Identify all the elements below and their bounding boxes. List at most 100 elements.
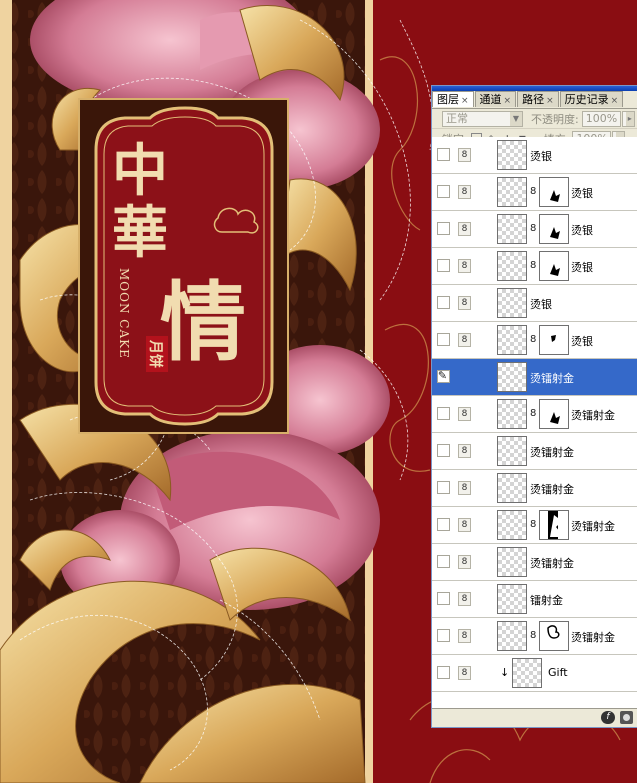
visibility-toggle[interactable] — [437, 481, 450, 494]
visibility-toggle[interactable] — [437, 185, 450, 198]
visibility-toggle[interactable] — [437, 333, 450, 346]
layer-name[interactable]: 烫镭射金 — [530, 555, 574, 571]
layer-name[interactable]: 镭射金 — [530, 592, 563, 608]
visibility-toggle[interactable] — [437, 222, 450, 235]
blend-mode-select[interactable]: 正常 ▼ — [442, 110, 523, 127]
link-layer-icon[interactable]: 8 — [458, 666, 471, 680]
layer-thumbnail[interactable] — [497, 214, 527, 244]
layer-thumbnail[interactable] — [497, 362, 527, 392]
visibility-toggle[interactable] — [437, 444, 450, 457]
layer-name[interactable]: 烫银 — [571, 185, 593, 201]
layer-thumbnail[interactable] — [497, 399, 527, 429]
layer-row[interactable]: 8 烫镭射金 — [432, 544, 637, 581]
layer-mask-thumbnail[interactable] — [539, 251, 569, 281]
link-layer-icon[interactable]: 8 — [458, 555, 471, 569]
mask-chain-icon[interactable]: 8 — [530, 630, 536, 641]
layer-row[interactable]: 8 8 烫镭射金 — [432, 507, 637, 544]
layer-style-fx-icon[interactable]: f — [601, 711, 615, 724]
layer-name[interactable]: 烫镭射金 — [571, 407, 615, 423]
link-layer-icon[interactable]: 8 — [458, 148, 471, 162]
tab-close-icon[interactable]: × — [546, 96, 554, 106]
tab-paths[interactable]: 路径 × — [517, 91, 559, 107]
layer-thumbnail[interactable] — [497, 140, 527, 170]
mask-chain-icon[interactable]: 8 — [530, 519, 536, 530]
layer-thumbnail[interactable] — [497, 436, 527, 466]
tab-close-icon[interactable]: × — [504, 96, 512, 106]
layer-thumbnail[interactable] — [512, 658, 542, 688]
layer-name[interactable]: Gift — [548, 666, 568, 679]
layer-row[interactable]: 8 8 烫银 — [432, 322, 637, 359]
layer-name[interactable]: 烫镭射金 — [530, 370, 574, 386]
opacity-slider-button[interactable]: ▸ — [621, 110, 635, 127]
link-layer-icon[interactable]: 8 — [458, 481, 471, 495]
visibility-toggle[interactable] — [437, 555, 450, 568]
layer-name[interactable]: 烫镭射金 — [530, 481, 574, 497]
visibility-toggle[interactable] — [437, 296, 450, 309]
layer-row[interactable]: 8 8 烫银 — [432, 211, 637, 248]
link-layer-icon[interactable]: 8 — [458, 518, 471, 532]
layer-row[interactable]: 8 8 烫镭射金 — [432, 618, 637, 655]
layer-row[interactable]: 8 镭射金 — [432, 581, 637, 618]
tab-layers[interactable]: 图层 × — [432, 91, 474, 107]
layer-row[interactable]: 8 8 烫镭射金 — [432, 396, 637, 433]
layer-name[interactable]: 烫镭射金 — [571, 629, 615, 645]
link-layer-icon[interactable]: 8 — [458, 259, 471, 273]
link-layer-icon[interactable]: 8 — [458, 185, 471, 199]
layer-thumbnail[interactable] — [497, 621, 527, 651]
mask-chain-icon[interactable]: 8 — [530, 408, 536, 419]
visibility-toggle[interactable] — [437, 259, 450, 272]
tab-close-icon[interactable]: × — [611, 96, 619, 106]
layer-thumbnail[interactable] — [497, 251, 527, 281]
visibility-toggle[interactable] — [437, 629, 450, 642]
tab-channels[interactable]: 通道 × — [474, 91, 517, 107]
layer-name[interactable]: 烫银 — [571, 259, 593, 275]
add-mask-icon[interactable] — [620, 711, 633, 724]
link-layer-icon[interactable]: 8 — [458, 629, 471, 643]
layer-row[interactable]: 8 烫镭射金 — [432, 470, 637, 507]
tab-close-icon[interactable]: × — [461, 96, 469, 106]
layer-name[interactable]: 烫镭射金 — [530, 444, 574, 460]
link-layer-icon[interactable]: 8 — [458, 222, 471, 236]
visibility-toggle[interactable] — [437, 148, 450, 161]
layer-row-clipped[interactable]: 8 ↓ Gift — [432, 655, 637, 692]
opacity-input[interactable]: 100% — [581, 110, 621, 127]
layer-mask-thumbnail[interactable] — [539, 325, 569, 355]
mask-chain-icon[interactable]: 8 — [530, 186, 536, 197]
layer-mask-thumbnail[interactable] — [539, 399, 569, 429]
layer-row[interactable]: 8 烫镭射金 — [432, 433, 637, 470]
layer-mask-thumbnail[interactable] — [539, 621, 569, 651]
tab-history[interactable]: 历史记录 × — [559, 91, 624, 107]
mask-chain-icon[interactable]: 8 — [530, 334, 536, 345]
layer-mask-thumbnail[interactable] — [539, 510, 569, 540]
link-layer-icon[interactable]: 8 — [458, 444, 471, 458]
layer-mask-thumbnail[interactable] — [539, 214, 569, 244]
layer-thumbnail[interactable] — [497, 288, 527, 318]
layer-name[interactable]: 烫银 — [530, 296, 552, 312]
visibility-toggle[interactable] — [437, 518, 450, 531]
layer-thumbnail[interactable] — [497, 547, 527, 577]
visibility-toggle[interactable] — [437, 666, 450, 679]
layer-thumbnail[interactable] — [497, 177, 527, 207]
layer-row[interactable]: 8 8 烫银 — [432, 174, 637, 211]
link-layer-icon[interactable]: 8 — [458, 296, 471, 310]
layer-name[interactable]: 烫银 — [530, 148, 552, 164]
layer-thumbnail[interactable] — [497, 473, 527, 503]
layer-list[interactable]: 8 烫银 8 8 烫银 8 8 烫银 8 8 烫银 8 烫银 8 8 烫银 ✎ … — [432, 137, 637, 709]
layer-name[interactable]: 烫镭射金 — [571, 518, 615, 534]
layer-name[interactable]: 烫银 — [571, 222, 593, 238]
layer-row-selected[interactable]: ✎ 烫镭射金 — [432, 359, 637, 396]
layer-mask-thumbnail[interactable] — [539, 177, 569, 207]
layer-name[interactable]: 烫银 — [571, 333, 593, 349]
mask-chain-icon[interactable]: 8 — [530, 260, 536, 271]
layer-thumbnail[interactable] — [497, 325, 527, 355]
layer-row[interactable]: 8 烫银 — [432, 137, 637, 174]
layer-thumbnail[interactable] — [497, 510, 527, 540]
link-layer-icon[interactable]: 8 — [458, 333, 471, 347]
visibility-toggle[interactable] — [437, 592, 450, 605]
layer-row[interactable]: 8 8 烫银 — [432, 248, 637, 285]
link-layer-icon[interactable]: 8 — [458, 592, 471, 606]
layer-row[interactable]: 8 烫银 — [432, 285, 637, 322]
layer-thumbnail[interactable] — [497, 584, 527, 614]
link-layer-icon[interactable]: 8 — [458, 407, 471, 421]
visibility-toggle[interactable] — [437, 407, 450, 420]
